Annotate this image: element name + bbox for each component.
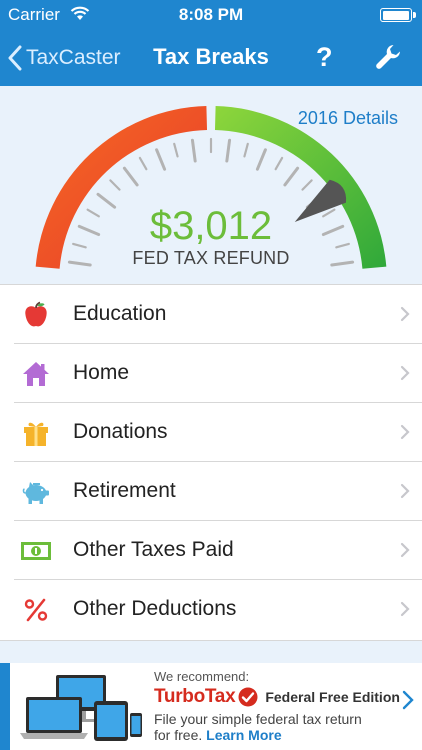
list-item-retirement[interactable]: Retirement [0, 462, 422, 521]
gauge-tick [274, 156, 284, 171]
status-time: 8:08 PM [178, 5, 244, 24]
devices-illustration-icon [20, 675, 142, 741]
list-footer-spacer [0, 640, 422, 664]
list-item-label: Home [73, 361, 130, 384]
ad-description-2: for free. Learn More [154, 727, 282, 743]
percent-icon [24, 598, 48, 622]
learn-more-link[interactable]: Learn More [206, 727, 281, 743]
chevron-right-icon [400, 542, 410, 558]
list-item-donations[interactable]: Donations [0, 403, 422, 462]
turbotax-ad-banner[interactable]: We recommend: TurboTax Federal Free Edit… [0, 663, 422, 750]
piggy-bank-icon [22, 482, 49, 504]
ad-recommend-label: We recommend: [154, 669, 250, 684]
chevron-right-icon [400, 424, 410, 440]
chevron-right-icon [400, 365, 410, 381]
ad-description: File your simple federal tax return [154, 711, 362, 727]
gauge-tick [173, 142, 179, 158]
house-icon [23, 362, 49, 386]
status-bar: Carrier 8:08 PM [0, 0, 422, 30]
list-item-education[interactable]: Education [0, 285, 422, 344]
chevron-right-icon [400, 601, 410, 617]
list-item-other-taxes-paid[interactable]: Other Taxes Paid [0, 521, 422, 580]
back-label: TaxCaster [26, 46, 121, 69]
details-link[interactable]: 2016 Details [298, 108, 398, 129]
gauge-tick [225, 138, 232, 163]
chevron-right-icon [400, 306, 410, 322]
gauge-tick [122, 166, 139, 187]
check-circle-icon [238, 687, 258, 707]
ad-brand-row: TurboTax Federal Free Edition [154, 685, 400, 709]
refund-gauge-panel: 2016 Details $3,012 FED TAX REFUND [0, 86, 422, 284]
nav-bar: TaxCaster Tax Breaks ? [0, 30, 422, 86]
refund-label: FED TAX REFUND [132, 248, 290, 268]
list-item-label: Donations [73, 420, 168, 443]
gauge-tick [243, 142, 249, 158]
gauge-tick [301, 179, 313, 191]
gauge-tick [283, 166, 300, 187]
help-button[interactable]: ? [316, 42, 333, 73]
list-item-other-deductions[interactable]: Other Deductions [0, 580, 422, 639]
gauge-tick [138, 156, 148, 171]
gift-icon [24, 422, 48, 446]
category-list: Education Home Donations Retirement Othe… [0, 284, 422, 641]
chevron-right-icon [402, 690, 414, 710]
list-item-label: Retirement [73, 479, 176, 502]
list-item-home[interactable]: Home [0, 344, 422, 403]
battery-icon [380, 8, 416, 22]
chevron-left-icon [8, 45, 22, 71]
money-icon [21, 542, 51, 560]
gauge-tick [255, 148, 267, 171]
apple-icon [25, 301, 47, 327]
ad-edition-label: Federal Free Edition [265, 689, 400, 705]
list-item-label: Education [73, 302, 167, 325]
list-item-label: Other Deductions [73, 597, 237, 620]
turbotax-logo: TurboTax [154, 686, 236, 707]
gauge-tick [155, 148, 167, 171]
ad-accent-stripe [0, 663, 10, 750]
list-item-label: Other Taxes Paid [73, 538, 234, 561]
refund-amount: $3,012 [149, 204, 273, 248]
wrench-icon[interactable] [373, 42, 403, 72]
chevron-right-icon [400, 483, 410, 499]
gauge-tick [109, 179, 121, 191]
ad-description-prefix: for free. [154, 727, 207, 743]
gauge-tick [190, 138, 197, 163]
back-button[interactable]: TaxCaster [8, 30, 121, 86]
